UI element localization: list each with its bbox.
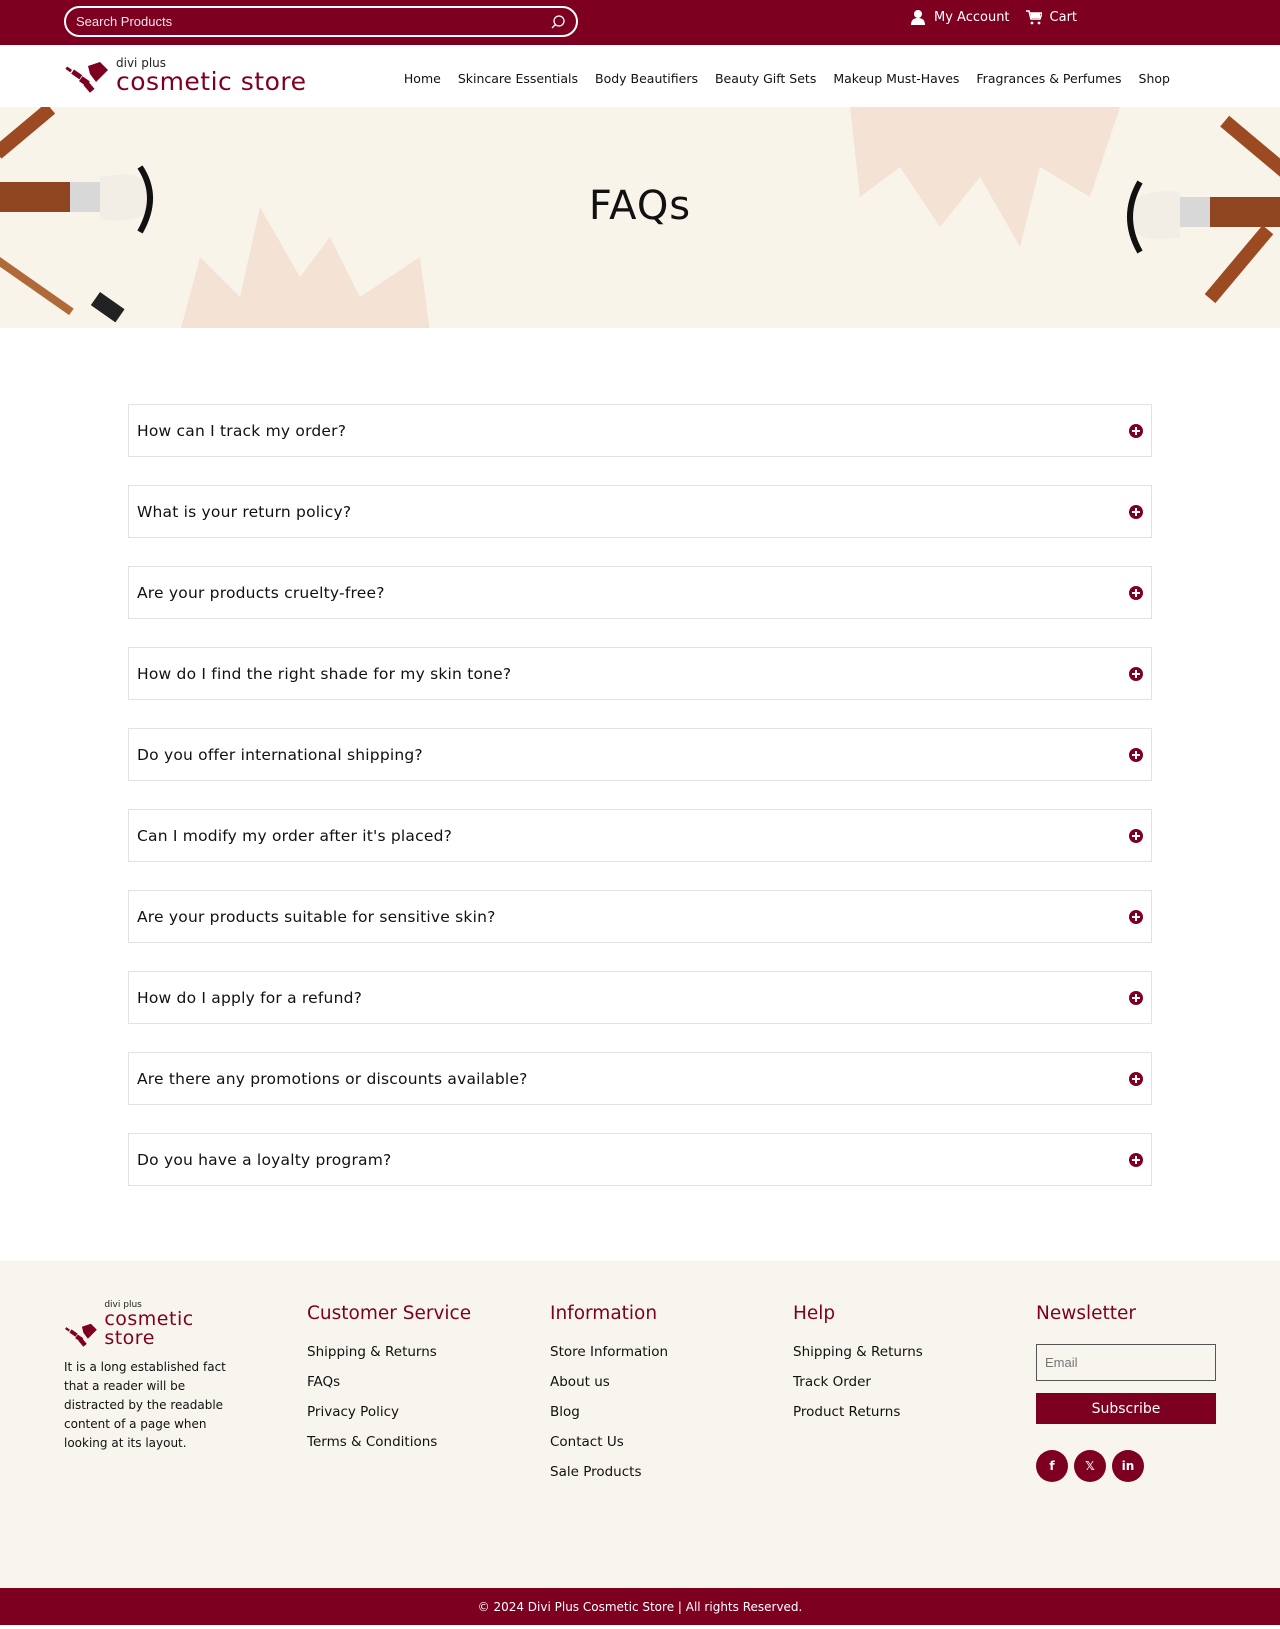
footer-link[interactable]: Terms & Conditions xyxy=(307,1434,471,1450)
facebook-icon[interactable]: f xyxy=(1036,1450,1068,1482)
search-input[interactable] xyxy=(76,14,550,29)
newsletter-email-input[interactable] xyxy=(1036,1344,1216,1381)
search-icon[interactable] xyxy=(550,14,566,30)
nav-body-beautifiers[interactable]: Body Beautifiers xyxy=(595,71,698,86)
footer-link[interactable]: Track Order xyxy=(793,1374,923,1390)
footer-heading: Customer Service xyxy=(307,1303,472,1324)
site-footer: divi plus cosmetic store It is a long es… xyxy=(0,1261,1280,1588)
footer-link[interactable]: Shipping & Returns xyxy=(793,1344,923,1360)
cosmetics-logo-icon xyxy=(65,1323,97,1347)
faq-question: Are there any promotions or discounts av… xyxy=(137,1069,528,1088)
footer-newsletter: Newsletter Subscribe f 𝕏 in xyxy=(1036,1303,1216,1482)
cart-link[interactable]: Cart xyxy=(1025,9,1078,25)
nav-shop[interactable]: Shop xyxy=(1139,71,1170,86)
footer-link[interactable]: Store Information xyxy=(550,1344,668,1360)
cart-label: Cart xyxy=(1049,9,1078,25)
footer-help: Help Shipping & Returns Track Order Prod… xyxy=(793,1303,923,1434)
plus-circle-icon[interactable] xyxy=(1129,747,1143,762)
footer-heading: Help xyxy=(793,1303,836,1324)
faq-question: Are your products cruelty-free? xyxy=(137,583,385,602)
plus-circle-icon[interactable] xyxy=(1129,990,1143,1005)
site-header: divi plus cosmetic store Home Skincare E… xyxy=(0,45,1280,107)
footer-about: divi plus cosmetic store It is a long es… xyxy=(64,1301,244,1453)
plus-circle-icon[interactable] xyxy=(1129,666,1143,681)
faq-question: What is your return policy? xyxy=(137,502,352,521)
logo[interactable]: divi plus cosmetic store xyxy=(64,57,306,94)
footer-link[interactable]: Blog xyxy=(550,1404,668,1420)
user-icon xyxy=(911,10,925,25)
faq-item[interactable]: How do I find the right shade for my ski… xyxy=(128,647,1152,700)
plus-circle-icon[interactable] xyxy=(1129,423,1143,438)
plus-circle-icon[interactable] xyxy=(1129,504,1143,519)
nav-skincare-essentials[interactable]: Skincare Essentials xyxy=(458,71,578,86)
faq-item[interactable]: How can I track my order? xyxy=(128,404,1152,457)
faq-section: How can I track my order? What is your r… xyxy=(0,328,1280,1261)
footer-logo[interactable]: divi plus cosmetic store xyxy=(64,1301,244,1348)
page-title: FAQs xyxy=(588,183,692,229)
plus-circle-icon[interactable] xyxy=(1129,585,1143,600)
plus-circle-icon[interactable] xyxy=(1129,828,1143,843)
plus-circle-icon[interactable] xyxy=(1129,909,1143,924)
footer-customer-service: Customer Service Shipping & Returns FAQs… xyxy=(307,1303,471,1464)
footer-heading: Information xyxy=(550,1303,658,1324)
main-nav: Home Skincare Essentials Body Beautifier… xyxy=(404,71,1170,86)
footer-link[interactable]: Contact Us xyxy=(550,1434,668,1450)
faq-question: Do you offer international shipping? xyxy=(137,745,423,764)
faq-item[interactable]: Do you offer international shipping? xyxy=(128,728,1152,781)
nav-beauty-gift-sets[interactable]: Beauty Gift Sets xyxy=(715,71,816,86)
my-account-link[interactable]: My Account xyxy=(910,9,1010,25)
logo-big-text: cosmetic store xyxy=(104,1308,194,1349)
faq-item[interactable]: What is your return policy? xyxy=(128,485,1152,538)
faq-item[interactable]: How do I apply for a refund? xyxy=(128,971,1152,1024)
faq-question: How do I apply for a refund? xyxy=(137,988,363,1007)
subscribe-button[interactable]: Subscribe xyxy=(1036,1393,1216,1424)
faq-item[interactable]: Are there any promotions or discounts av… xyxy=(128,1052,1152,1105)
footer-link[interactable]: FAQs xyxy=(307,1374,471,1390)
faq-question: Are your products suitable for sensitive… xyxy=(137,907,496,926)
footer-link[interactable]: Product Returns xyxy=(793,1404,923,1420)
faq-question: How can I track my order? xyxy=(137,421,347,440)
search-box[interactable] xyxy=(64,6,578,37)
nav-makeup-must-haves[interactable]: Makeup Must-Haves xyxy=(833,71,959,86)
plus-circle-icon[interactable] xyxy=(1129,1152,1143,1167)
nav-fragrances-perfumes[interactable]: Fragrances & Perfumes xyxy=(976,71,1121,86)
hero-banner: FAQs xyxy=(0,107,1280,328)
copyright-bar: © 2024 Divi Plus Cosmetic Store | All ri… xyxy=(0,1588,1280,1625)
footer-about-text: It is a long established fact that a rea… xyxy=(64,1360,226,1450)
nav-home[interactable]: Home xyxy=(404,71,441,86)
footer-link[interactable]: Sale Products xyxy=(550,1464,668,1480)
cart-icon xyxy=(1025,9,1042,24)
faq-question: Can I modify my order after it's placed? xyxy=(137,826,453,845)
footer-information: Information Store Information About us B… xyxy=(550,1303,668,1494)
social-links: f 𝕏 in xyxy=(1036,1450,1216,1482)
faq-item[interactable]: Do you have a loyalty program? xyxy=(128,1133,1152,1186)
linkedin-icon[interactable]: in xyxy=(1112,1450,1144,1482)
my-account-label: My Account xyxy=(934,9,1010,25)
footer-link[interactable]: Privacy Policy xyxy=(307,1404,471,1420)
faq-question: How do I find the right shade for my ski… xyxy=(137,664,512,683)
top-bar: My Account Cart xyxy=(0,0,1280,45)
plus-circle-icon[interactable] xyxy=(1129,1071,1143,1086)
x-icon[interactable]: 𝕏 xyxy=(1074,1450,1106,1482)
footer-heading: Newsletter xyxy=(1036,1303,1137,1324)
footer-link[interactable]: About us xyxy=(550,1374,668,1390)
footer-link[interactable]: Shipping & Returns xyxy=(307,1344,471,1360)
faq-question: Do you have a loyalty program? xyxy=(137,1150,392,1169)
cosmetics-logo-icon xyxy=(65,62,108,93)
copyright-text: © 2024 Divi Plus Cosmetic Store | All ri… xyxy=(477,1599,803,1614)
faq-item[interactable]: Are your products cruelty-free? xyxy=(128,566,1152,619)
faq-item[interactable]: Can I modify my order after it's placed? xyxy=(128,809,1152,862)
faq-item[interactable]: Are your products suitable for sensitive… xyxy=(128,890,1152,943)
logo-big-text: cosmetic store xyxy=(116,67,307,96)
